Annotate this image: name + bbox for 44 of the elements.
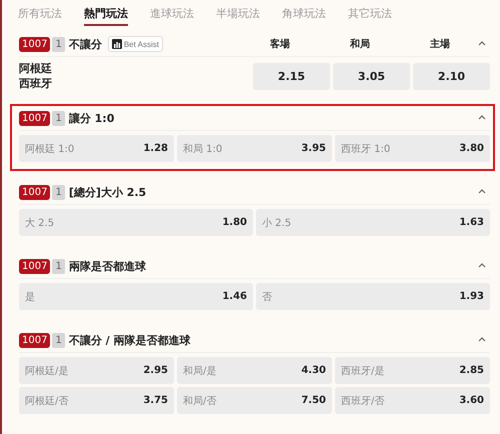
odds-button[interactable]: 是 1.46 [19,283,253,310]
market-title: [總分]大小 2.5 [68,184,146,200]
odds-button[interactable]: 西班牙 1:0 3.80 [335,135,490,162]
odds-button[interactable]: 阿根廷 1:0 1.28 [19,135,174,162]
column-header: 客場 [269,37,291,51]
team-name: 阿根廷 [19,61,53,76]
count-badge: 1 [52,184,65,200]
market-code-badge: 1007 [19,258,50,274]
odds-button[interactable]: 阿根廷/否 3.75 [19,387,174,414]
count-badge: 1 [52,110,65,126]
column-header: 和局 [348,38,371,51]
market-code-badge: 1007 [19,332,50,348]
count-badge: 1 [52,258,65,274]
odds-button[interactable]: 小 2.5 1.63 [256,209,490,236]
market-title: 不讓分 [68,36,102,52]
market-title: 讓分 1:0 [68,110,114,126]
collapse-caret-icon[interactable] [478,40,486,46]
bar-chart-icon [112,39,122,49]
collapse-caret-icon[interactable] [478,114,486,120]
tab[interactable]: 熱門玩法 [84,4,128,26]
odds-button[interactable]: 2.15 [253,62,330,90]
market-code-badge: 1007 [19,110,50,126]
odds-button[interactable]: 否 1.93 [256,283,490,310]
collapse-caret-icon[interactable] [478,188,486,194]
collapse-caret-icon[interactable] [478,336,486,342]
odds-button[interactable]: 西班牙/是 2.85 [335,357,490,384]
count-badge: 1 [52,332,65,348]
count-badge: 1 [52,36,65,52]
odds-button[interactable]: 大 2.5 1.80 [19,209,253,236]
column-header: 主場 [429,37,451,51]
market-code-badge: 1007 [19,36,50,52]
bet-assist-button[interactable]: Bet Assist [108,36,163,52]
collapse-caret-icon[interactable] [478,262,486,268]
market-code-badge: 1007 [19,184,50,200]
market-title: 兩隊是否都進球 [68,258,146,274]
odds-button[interactable]: 和局/是 4.30 [177,357,332,384]
odds-button[interactable]: 和局/否 7.50 [177,387,332,414]
odds-button[interactable]: 西班牙/否 3.60 [335,387,490,414]
odds-button[interactable]: 3.05 [333,62,410,90]
odds-button[interactable]: 2.10 [413,62,490,90]
odds-button[interactable]: 和局 1:0 3.95 [177,135,332,162]
odds-button[interactable]: 阿根廷/是 2.95 [19,357,174,384]
team-name: 西班牙 [19,76,53,91]
market-title: 不讓分 / 兩隊是否都進球 [68,332,191,348]
